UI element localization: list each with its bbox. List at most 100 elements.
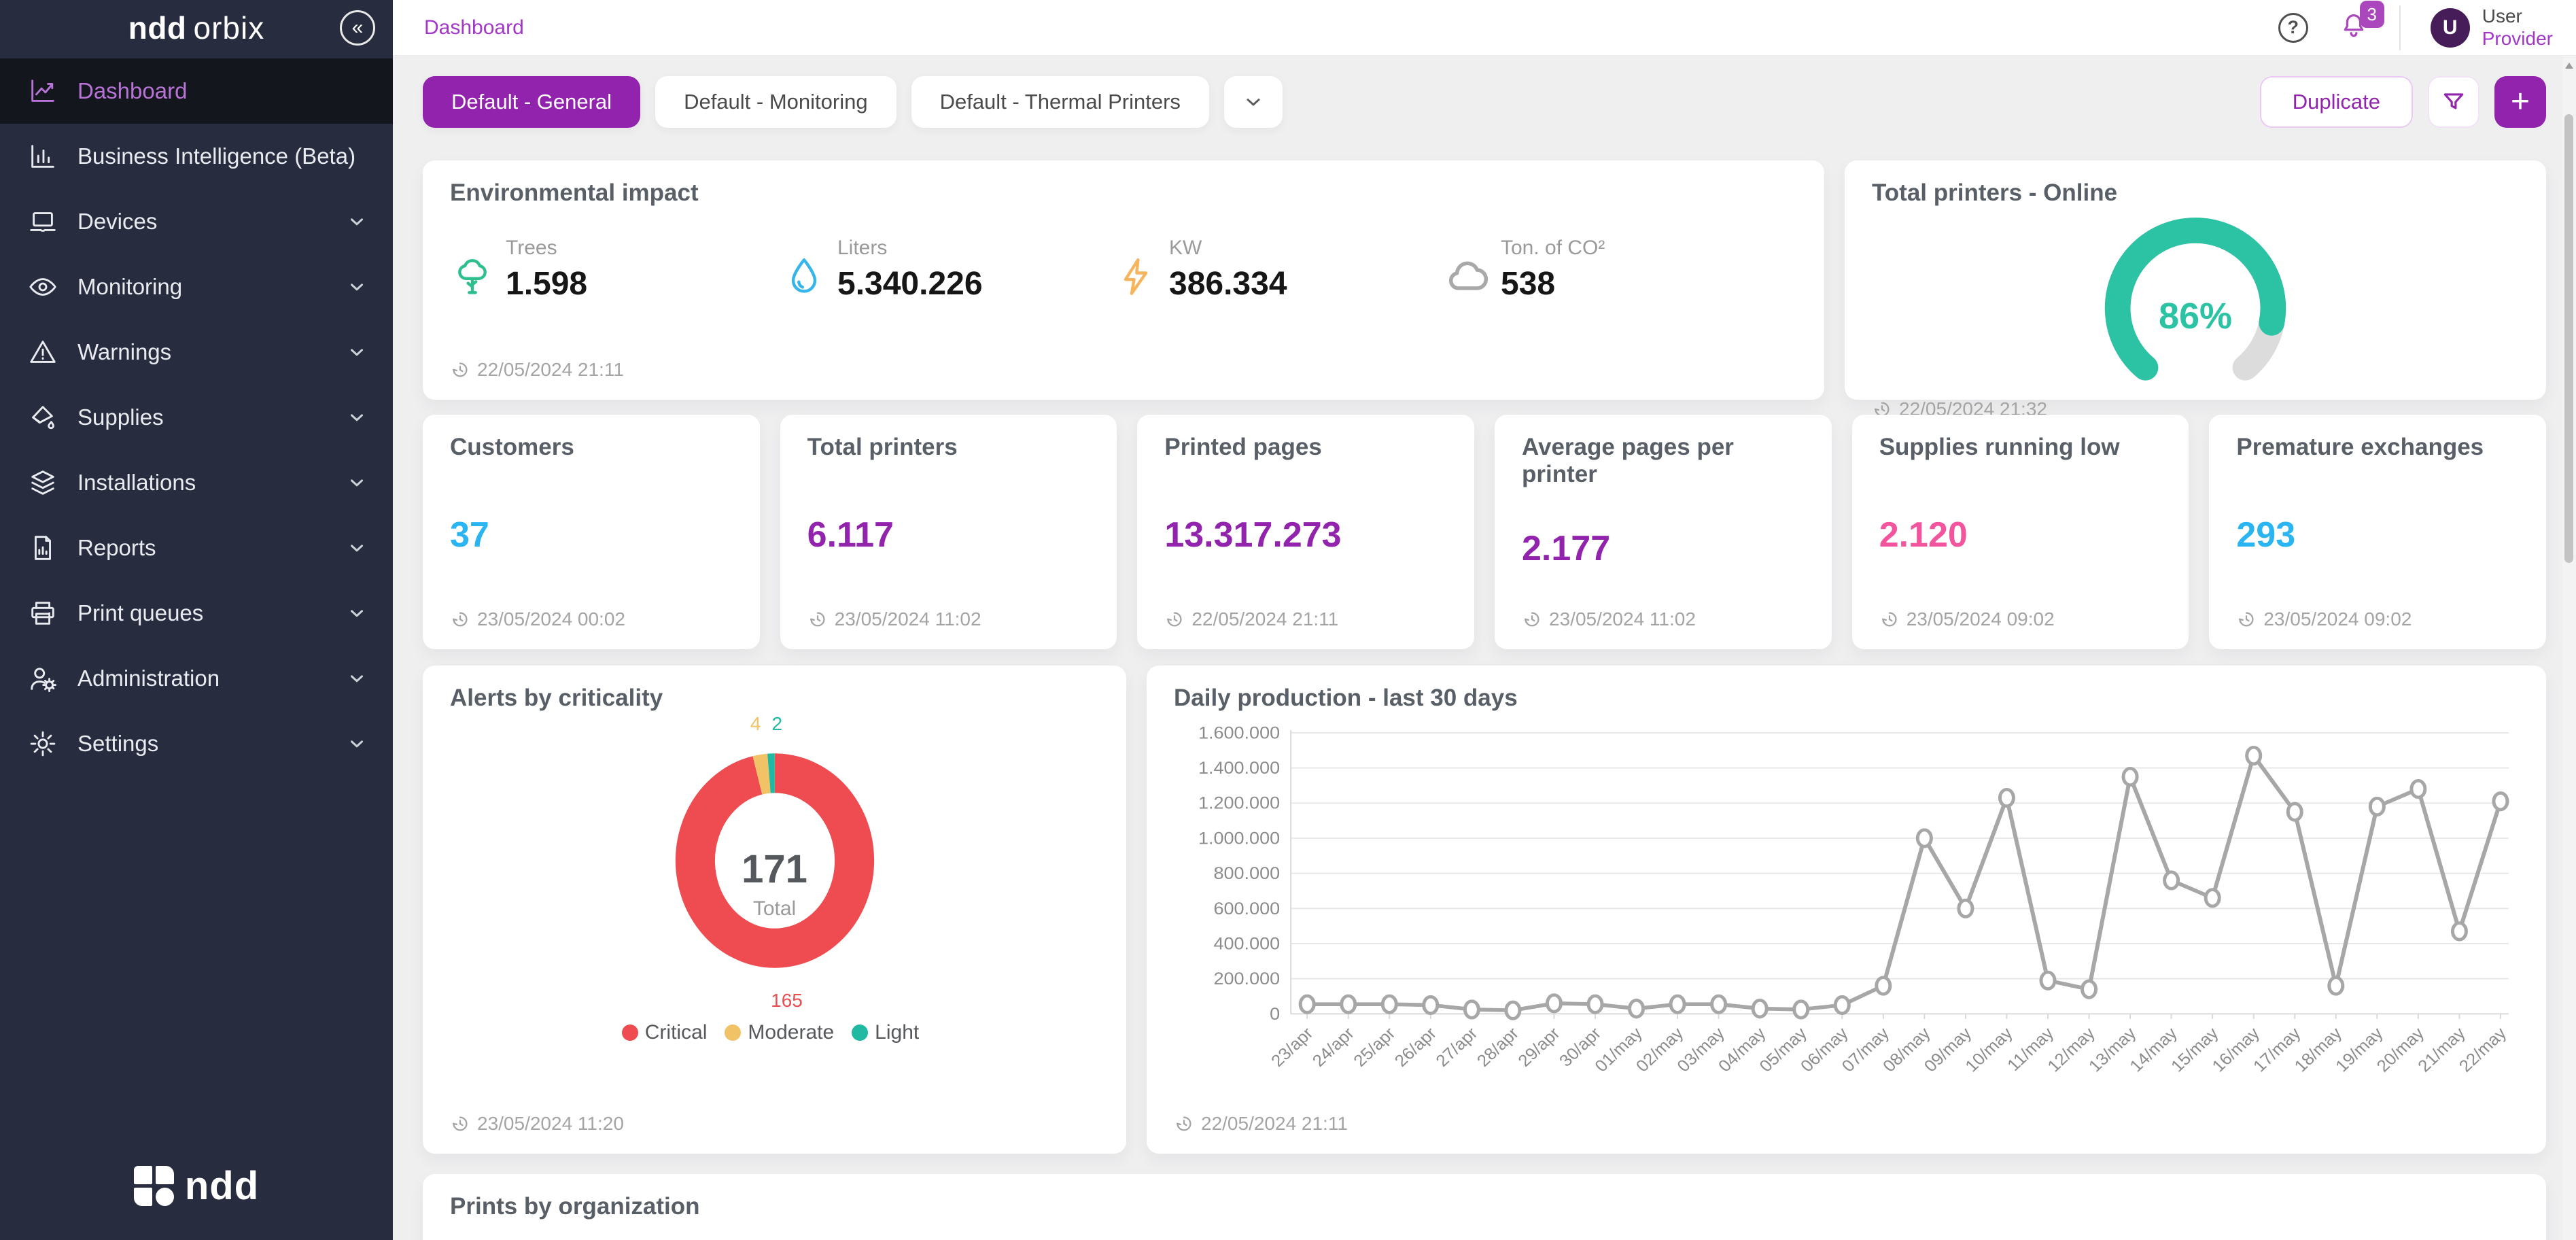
water-drop-icon [782, 254, 826, 303]
legend-dot [725, 1024, 741, 1041]
donut-total-value: 171 [663, 846, 887, 892]
sidebar-nav: Dashboard Business Intelligence (Beta) D… [0, 56, 393, 1136]
kpi-value: 13.317.273 [1164, 515, 1447, 555]
sidebar-item-label: Settings [77, 731, 158, 757]
scrollbar-thumb[interactable] [2564, 114, 2573, 563]
metric-label: KW [1169, 237, 1287, 260]
sidebar-item-label: Dashboard [77, 78, 187, 104]
sidebar-item-label: Print queues [77, 600, 203, 626]
kpi-value: 2.177 [1522, 528, 1805, 569]
timestamp-text: 23/05/2024 09:02 [2263, 608, 2412, 630]
sidebar-item-settings[interactable]: Settings [0, 711, 393, 776]
history-icon [807, 609, 828, 630]
sidebar-item-label: Business Intelligence (Beta) [77, 143, 355, 169]
app-logo: ndd orbix « [0, 0, 393, 56]
notifications-button[interactable]: 3 [2338, 10, 2369, 45]
chevron-down-icon [347, 668, 367, 689]
card-timestamp: 23/05/2024 09:02 [1879, 608, 2162, 630]
card-timestamp: 22/05/2024 21:11 [1164, 608, 1447, 630]
legend-item-moderate[interactable]: Moderate [725, 1021, 834, 1044]
cloud-icon [1445, 254, 1490, 303]
sidebar-item-monitoring[interactable]: Monitoring [0, 254, 393, 320]
filter-button[interactable] [2428, 76, 2479, 128]
tab-default-thermal-printers[interactable]: Default - Thermal Printers [911, 76, 1209, 128]
svg-text:25/apr: 25/apr [1350, 1024, 1399, 1070]
sidebar: ndd orbix « Dashboard Business Intellige… [0, 0, 393, 1240]
help-button[interactable]: ? [2278, 13, 2308, 43]
printer-icon [27, 598, 58, 629]
legend-item-light[interactable]: Light [852, 1021, 919, 1044]
tab-default-monitoring[interactable]: Default - Monitoring [655, 76, 897, 128]
sidebar-item-label: Installations [77, 470, 196, 496]
metric-value: 5.340.226 [837, 265, 983, 303]
gear-icon [27, 728, 58, 759]
card-title: Environmental impact [450, 179, 1797, 207]
logo-text-bold: ndd [128, 10, 187, 46]
filter-icon [2441, 89, 2467, 115]
avatar: U [2431, 8, 2470, 48]
layers-icon [27, 467, 58, 498]
sidebar-item-dashboard[interactable]: Dashboard [0, 58, 393, 124]
metric-co2: Ton. of CO² 538 [1445, 237, 1777, 303]
timestamp-text: 23/05/2024 11:20 [477, 1113, 624, 1135]
dashboard-toolbar: Default - General Default - Monitoring D… [423, 76, 2546, 128]
sidebar-item-administration[interactable]: Administration [0, 646, 393, 711]
eye-icon [27, 271, 58, 303]
card-title: Printed pages [1164, 434, 1447, 461]
card-title: Prints by organization [450, 1193, 2519, 1220]
duplicate-button[interactable]: Duplicate [2260, 76, 2413, 128]
sidebar-item-devices[interactable]: Devices [0, 189, 393, 254]
sidebar-item-installations[interactable]: Installations [0, 450, 393, 515]
scroll-up-arrow-icon[interactable] [2565, 63, 2573, 69]
chevron-down-icon [347, 342, 367, 362]
sidebar-item-reports[interactable]: Reports [0, 515, 393, 581]
history-icon [2236, 609, 2257, 630]
sidebar-collapse-button[interactable]: « [340, 10, 375, 46]
history-icon [450, 609, 470, 630]
card-title: Supplies running low [1879, 434, 2162, 461]
timestamp-text: 23/05/2024 11:02 [1549, 608, 1696, 630]
history-icon [450, 1114, 470, 1134]
sidebar-item-warnings[interactable]: Warnings [0, 320, 393, 385]
card-title: Customers [450, 434, 733, 461]
metric-label: Trees [506, 237, 587, 260]
svg-text:26/apr: 26/apr [1391, 1024, 1441, 1070]
alerts-by-criticality-card: Alerts by criticality 4 2 171 Total 165 [423, 666, 1126, 1154]
sidebar-item-business-intelligence[interactable]: Business Intelligence (Beta) [0, 124, 393, 189]
kpi-card-total-printers: Total printers 6.117 23/05/2024 11:02 [780, 415, 1117, 649]
svg-text:27/apr: 27/apr [1432, 1024, 1482, 1070]
kpi-card-average-pages: Average pages per printer 2.177 23/05/20… [1495, 415, 1832, 649]
chevron-down-icon [347, 277, 367, 297]
more-tabs-button[interactable] [1224, 76, 1283, 128]
printers-online-card: Total printers - Online 86% 22/05/2024 2… [1845, 160, 2546, 400]
donut-label-moderate: 4 [750, 713, 761, 735]
legend-dot [852, 1024, 868, 1041]
sidebar-item-supplies[interactable]: Supplies [0, 385, 393, 450]
svg-text:22/may: 22/may [2456, 1024, 2511, 1075]
user-menu[interactable]: U User Provider [2431, 5, 2553, 49]
daily-production-card: Daily production - last 30 days 0200.000… [1147, 666, 2546, 1154]
sidebar-item-print-queues[interactable]: Print queues [0, 581, 393, 646]
card-timestamp: 23/05/2024 11:02 [807, 608, 1090, 630]
alerts-donut: 4 2 171 Total 165 [663, 713, 887, 1013]
sidebar-item-label: Reports [77, 535, 156, 561]
sidebar-item-label: Monitoring [77, 274, 182, 300]
topbar-actions: ? 3 U User Provider [2278, 5, 2553, 50]
timestamp-text: 23/05/2024 11:02 [835, 608, 981, 630]
breadcrumb[interactable]: Dashboard [424, 16, 524, 39]
kpi-value: 293 [2236, 515, 2519, 555]
metric-value: 386.334 [1169, 265, 1287, 303]
add-dashboard-button[interactable]: + [2494, 76, 2546, 128]
card-title: Daily production - last 30 days [1174, 685, 2519, 712]
tab-default-general[interactable]: Default - General [423, 76, 640, 128]
tree-icon [450, 254, 495, 303]
metric-value: 1.598 [506, 265, 587, 303]
vertical-scrollbar[interactable] [2562, 56, 2576, 1240]
notification-count-badge: 3 [2360, 1, 2384, 28]
legend-item-critical[interactable]: Critical [622, 1021, 708, 1044]
legend-label: Critical [645, 1021, 708, 1044]
sidebar-item-label: Devices [77, 209, 157, 235]
double-chevron-left-icon: « [352, 18, 364, 38]
metric-trees: Trees 1.598 [450, 237, 782, 303]
card-timestamp: 22/05/2024 21:11 [1174, 1113, 2519, 1135]
